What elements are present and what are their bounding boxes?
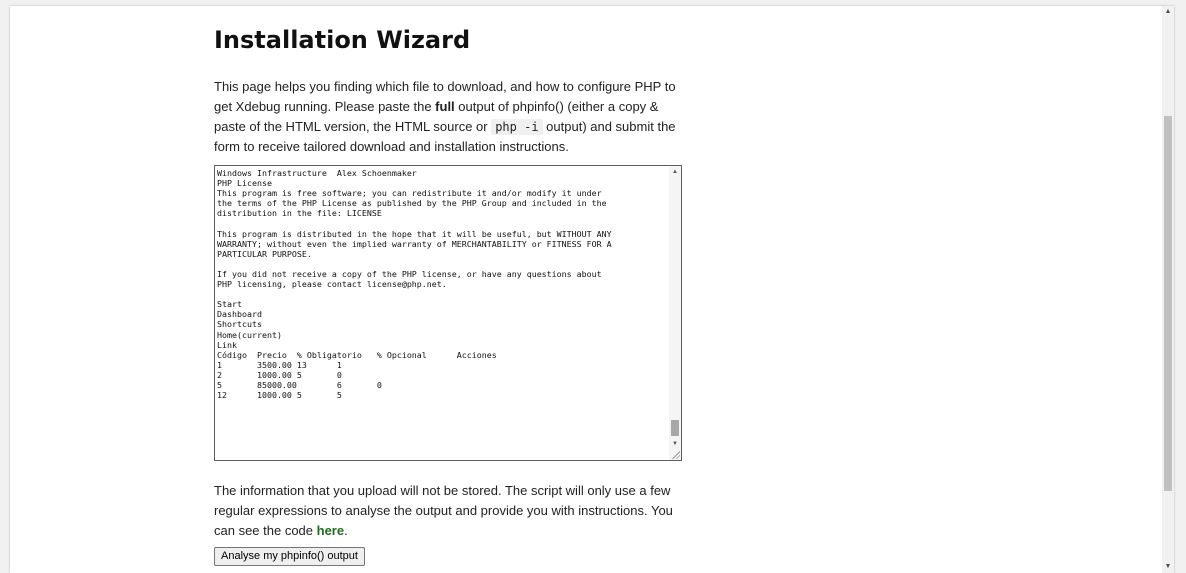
arrow-up-icon[interactable]: ▲ bbox=[669, 166, 681, 178]
info-text-1: The information that you upload will not… bbox=[214, 483, 673, 538]
info-text-2: . bbox=[344, 523, 348, 538]
page-scroll-thumb[interactable] bbox=[1164, 116, 1172, 491]
analyse-button[interactable]: Analyse my phpinfo() output bbox=[214, 547, 365, 566]
resize-grip-icon[interactable] bbox=[672, 451, 680, 459]
arrow-down-icon[interactable]: ▼ bbox=[669, 438, 681, 450]
see-code-link[interactable]: here bbox=[317, 523, 344, 538]
textarea-scroll-thumb[interactable] bbox=[671, 420, 679, 436]
browser-page: Installation Wizard This page helps you … bbox=[10, 6, 1174, 573]
intro-paragraph: This page helps you finding which file t… bbox=[214, 77, 692, 157]
arrow-down-icon[interactable]: ▼ bbox=[1162, 561, 1174, 573]
textarea-scrollbar[interactable]: ▲ ▼ bbox=[669, 166, 681, 460]
arrow-up-icon[interactable]: ▲ bbox=[1162, 6, 1174, 18]
intro-code-php-i: php -i bbox=[491, 119, 543, 135]
page-title: Installation Wizard bbox=[214, 26, 471, 54]
intro-bold-full: full bbox=[435, 99, 455, 114]
info-paragraph: The information that you upload will not… bbox=[214, 481, 692, 541]
phpinfo-textarea-value[interactable]: Windows Infrastructure Alex Schoenmaker … bbox=[217, 168, 667, 456]
phpinfo-textarea[interactable]: Windows Infrastructure Alex Schoenmaker … bbox=[214, 165, 682, 461]
page-scrollbar[interactable]: ▲ ▼ bbox=[1162, 6, 1174, 573]
